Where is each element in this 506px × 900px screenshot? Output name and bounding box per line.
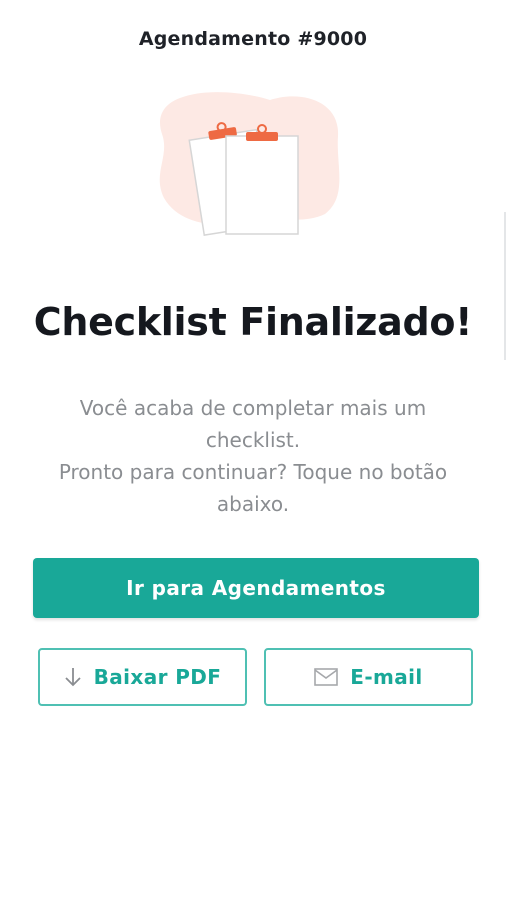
go-to-schedules-label: Ir para Agendamentos [126,576,386,600]
go-to-schedules-button[interactable]: Ir para Agendamentos [33,558,479,618]
download-pdf-button[interactable]: Baixar PDF [38,648,247,706]
clipboards-illustration [159,92,340,236]
page-title: Agendamento #9000 [138,28,368,50]
front-clipboard [225,124,299,235]
arrow-down-icon [64,666,82,688]
envelope-icon [314,668,339,686]
message-line: checklist. [205,428,301,452]
message-line: abaixo. [216,492,290,516]
message-line: Você acaba de completar mais um [79,396,427,420]
message-line: Pronto para continuar? Toque no botão [58,460,448,484]
email-label: E-mail [350,665,423,689]
completion-message: Você acaba de completar mais um checklis… [28,392,478,520]
email-button[interactable]: E-mail [264,648,473,706]
download-pdf-label: Baixar PDF [93,665,222,689]
completion-heading: Checklist Finalizado! [33,300,473,344]
